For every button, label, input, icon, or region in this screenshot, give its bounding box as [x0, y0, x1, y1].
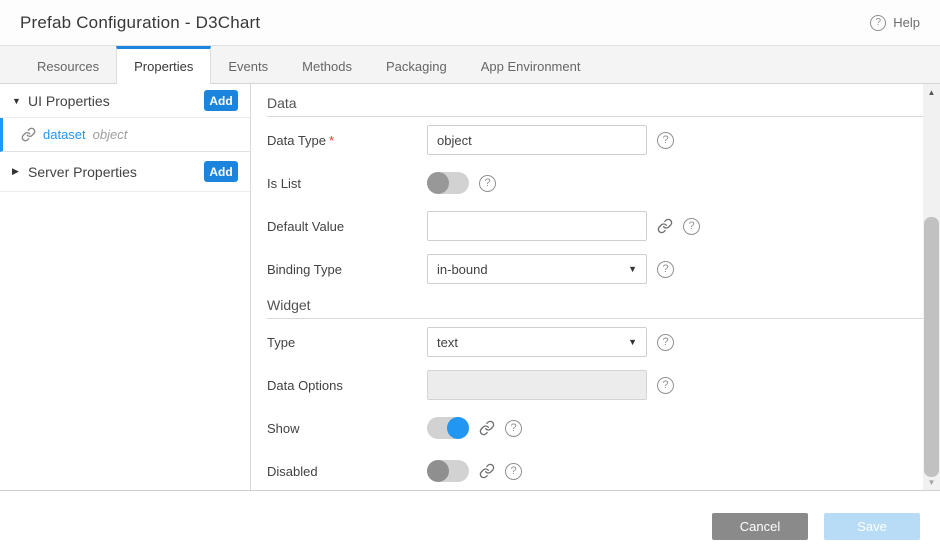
dialog-header: Prefab Configuration - D3Chart ? Help	[0, 0, 940, 46]
properties-sidebar: ▼ UI Properties Add dataset object ▶ Ser…	[0, 84, 251, 490]
bind-link-icon	[21, 127, 36, 142]
section-title-data: Data	[267, 95, 934, 117]
field-row-default-value: Default Value ?	[267, 211, 934, 241]
tab-properties[interactable]: Properties	[116, 46, 211, 84]
dialog-body: ▼ UI Properties Add dataset object ▶ Ser…	[0, 84, 940, 491]
bind-link-icon[interactable]	[479, 420, 495, 436]
field-label: Type	[267, 335, 427, 350]
dialog-footer: Cancel Save	[0, 491, 940, 560]
disabled-toggle[interactable]	[427, 460, 469, 482]
field-label: Data Options	[267, 378, 427, 393]
help-icon[interactable]: ?	[683, 218, 700, 235]
toggle-knob	[427, 172, 449, 194]
group-label: UI Properties	[28, 93, 204, 109]
help-icon[interactable]: ?	[657, 132, 674, 149]
field-label: Binding Type	[267, 262, 427, 277]
vertical-scrollbar[interactable]: ▲ ▼	[923, 84, 940, 490]
select-value: text	[437, 335, 458, 350]
group-label: Server Properties	[28, 164, 204, 180]
field-label: Disabled	[267, 464, 427, 479]
property-name: dataset	[43, 127, 86, 142]
help-icon[interactable]: ?	[657, 377, 674, 394]
field-label: Data Type*	[267, 133, 427, 148]
tab-events[interactable]: Events	[211, 46, 285, 83]
widget-type-select[interactable]: text ▼	[427, 327, 647, 357]
sidebar-group-ui-properties[interactable]: ▼ UI Properties Add	[0, 84, 250, 118]
help-icon[interactable]: ?	[479, 175, 496, 192]
is-list-toggle[interactable]	[427, 172, 469, 194]
binding-type-select[interactable]: in-bound ▼	[427, 254, 647, 284]
help-icon: ?	[870, 15, 886, 31]
toggle-knob	[427, 460, 449, 482]
bind-link-icon[interactable]	[657, 218, 673, 234]
property-form: Data Data Type* ? Is List ? Default Valu…	[251, 84, 940, 490]
dropdown-arrow-icon: ▼	[628, 264, 637, 274]
help-icon[interactable]: ?	[657, 261, 674, 278]
sidebar-item-dataset[interactable]: dataset object	[0, 118, 250, 152]
section-title-widget: Widget	[267, 297, 934, 319]
tab-app-environment[interactable]: App Environment	[464, 46, 598, 83]
sidebar-group-server-properties[interactable]: ▶ Server Properties Add	[0, 152, 250, 192]
save-button[interactable]: Save	[824, 513, 920, 540]
tab-packaging[interactable]: Packaging	[369, 46, 464, 83]
scroll-up-icon[interactable]: ▲	[923, 84, 940, 100]
field-row-data-type: Data Type* ?	[267, 125, 934, 155]
tab-resources[interactable]: Resources	[20, 46, 116, 83]
tab-bar: Resources Properties Events Methods Pack…	[0, 46, 940, 84]
add-server-property-button[interactable]: Add	[204, 161, 238, 182]
data-options-input	[427, 370, 647, 400]
tab-methods[interactable]: Methods	[285, 46, 369, 83]
required-asterisk: *	[329, 133, 334, 148]
dialog-title: Prefab Configuration - D3Chart	[20, 13, 260, 33]
field-row-is-list: Is List ?	[267, 168, 934, 198]
help-label: Help	[893, 15, 920, 30]
field-label: Show	[267, 421, 427, 436]
toggle-knob	[447, 417, 469, 439]
prefab-configuration-dialog: Prefab Configuration - D3Chart ? Help Re…	[0, 0, 940, 560]
field-row-binding-type: Binding Type in-bound ▼ ?	[267, 254, 934, 284]
dropdown-arrow-icon: ▼	[628, 337, 637, 347]
data-type-input[interactable]	[427, 125, 647, 155]
help-icon[interactable]: ?	[505, 420, 522, 437]
bind-link-icon[interactable]	[479, 463, 495, 479]
field-row-show: Show ?	[267, 413, 934, 443]
show-toggle[interactable]	[427, 417, 469, 439]
cancel-button[interactable]: Cancel	[712, 513, 808, 540]
help-icon[interactable]: ?	[505, 463, 522, 480]
select-value: in-bound	[437, 262, 488, 277]
scrollbar-thumb[interactable]	[924, 217, 939, 477]
help-button[interactable]: ? Help	[870, 15, 920, 31]
field-row-data-options: Data Options ?	[267, 370, 934, 400]
help-icon[interactable]: ?	[657, 334, 674, 351]
field-row-type: Type text ▼ ?	[267, 327, 934, 357]
field-label: Is List	[267, 176, 427, 191]
default-value-input[interactable]	[427, 211, 647, 241]
chevron-right-icon: ▶	[12, 166, 28, 177]
field-row-disabled: Disabled ?	[267, 456, 934, 486]
chevron-down-icon: ▼	[12, 96, 28, 106]
property-type: object	[93, 127, 128, 142]
scroll-down-icon[interactable]: ▼	[923, 474, 940, 490]
field-label: Default Value	[267, 219, 427, 234]
add-ui-property-button[interactable]: Add	[204, 90, 238, 111]
